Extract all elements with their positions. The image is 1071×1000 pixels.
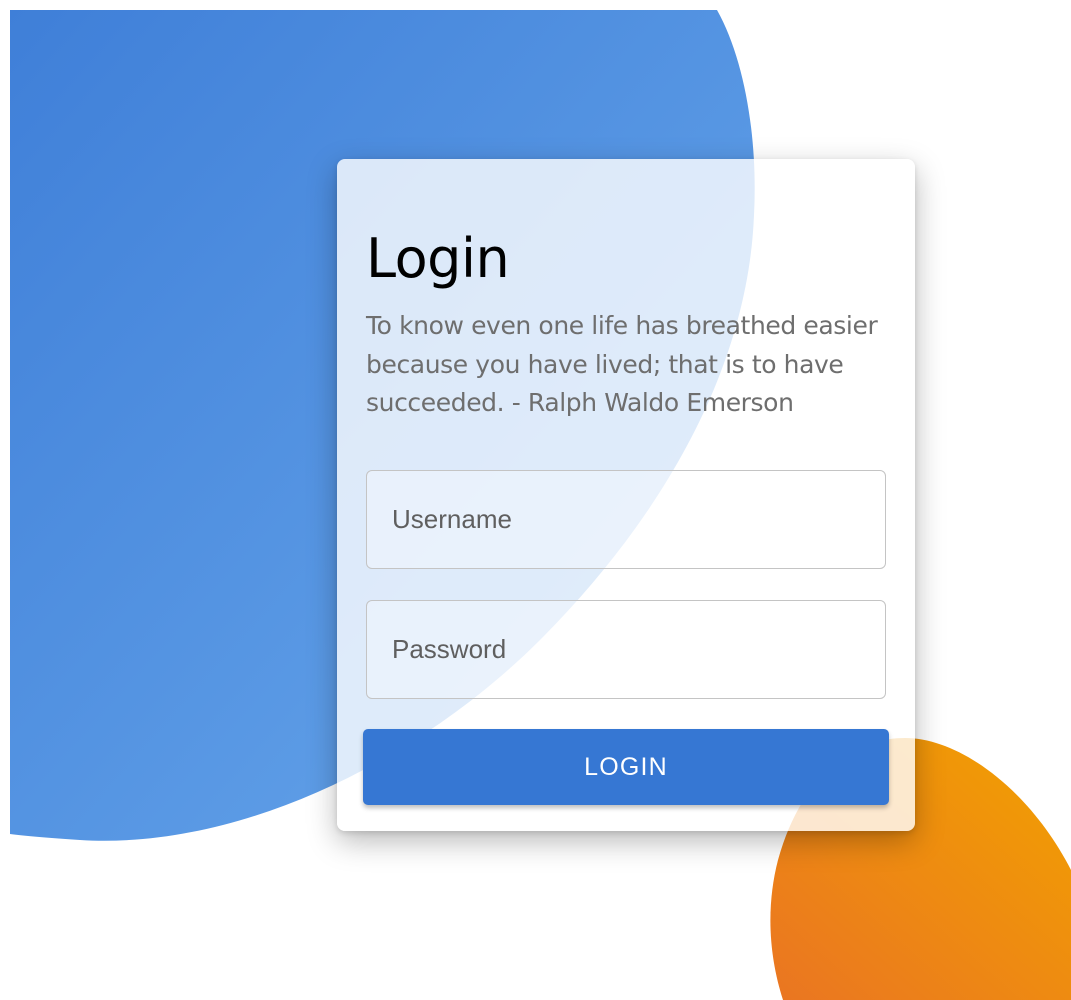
page-title: Login xyxy=(366,227,510,290)
quote-text: To know even one life has breathed easie… xyxy=(366,311,878,417)
username-input[interactable] xyxy=(366,470,886,569)
login-card: Login To know even one life has breathed… xyxy=(337,159,915,831)
login-button[interactable]: LOGIN xyxy=(363,729,889,805)
login-page: Login To know even one life has breathed… xyxy=(0,0,1071,1000)
password-input[interactable] xyxy=(366,600,886,699)
